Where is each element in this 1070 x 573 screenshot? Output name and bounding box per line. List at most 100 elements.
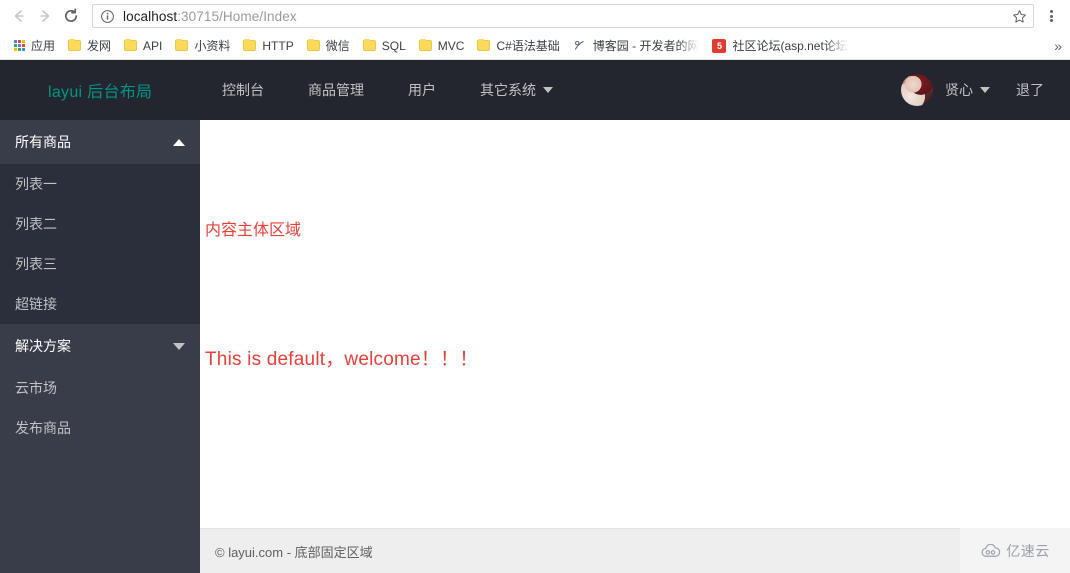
browser-menu-button[interactable] (1040, 3, 1062, 29)
bookmark-label: C#语法基础 (496, 39, 560, 53)
folder-icon (124, 38, 138, 51)
bookmarks-bar: 应用 发网 API 小资料 HTTP 微信 SQL MVC C#语法基础 博客园… (0, 32, 1070, 60)
folder-icon (243, 38, 257, 51)
nav-label: 商品管理 (308, 82, 364, 98)
user-name-label: 贤心 (945, 82, 973, 98)
user-menu[interactable]: 贤心 (945, 80, 990, 100)
nav-label: 控制台 (222, 82, 264, 98)
content-welcome-text: This is default，welcome！！！ (205, 349, 479, 371)
cloud-icon (981, 543, 1001, 557)
bookmark-label: MVC (437, 38, 465, 53)
bookmark-label: 社区论坛(asp.net论坛 (732, 39, 848, 53)
sidebar-item-label: 列表二 (15, 216, 57, 232)
watermark: 亿速云 (960, 528, 1070, 573)
nav-item-product-management[interactable]: 商品管理 (286, 60, 386, 120)
bookmark-forum[interactable]: 5 社区论坛(asp.net论坛 (706, 35, 853, 57)
chevron-up-icon (173, 138, 185, 146)
sidebar-group-label: 所有商品 (15, 134, 71, 150)
footer-text: © layui.com - 底部固定区域 (215, 544, 373, 560)
bookmark-label: 应用 (31, 39, 56, 53)
url-path: :30715/Home/Index (177, 8, 297, 24)
folder-icon (175, 38, 189, 51)
address-bar[interactable]: localhost:30715/Home/Index (92, 4, 1034, 28)
folder-icon (68, 38, 82, 51)
avatar[interactable] (901, 74, 933, 106)
nav-item-console[interactable]: 控制台 (200, 60, 286, 120)
bookmark-label: HTTP (262, 38, 294, 53)
sidebar-item-label: 列表三 (15, 256, 57, 272)
bookmarks-overflow-button[interactable]: » (1054, 35, 1062, 57)
sidebar: 所有商品 列表一 列表二 列表三 超链接 解决方案 云市场 发布商品 (0, 120, 200, 573)
nav-label: 用户 (408, 82, 436, 98)
folder-icon (362, 38, 376, 51)
back-button[interactable] (6, 3, 32, 29)
sidebar-item-label: 超链接 (15, 296, 57, 312)
bookmark-label: API (143, 38, 163, 53)
sidebar-item-hyperlink[interactable]: 超链接 (0, 284, 200, 324)
nav-item-user[interactable]: 用户 (386, 60, 458, 120)
bookmark-folder-6[interactable]: SQL (357, 35, 412, 57)
content-inner: 内容主体区域 This is default，welcome！！！ (200, 120, 1070, 374)
apps-grid-icon (14, 40, 25, 51)
sidebar-item-label: 云市场 (15, 380, 57, 396)
nav-item-other-systems[interactable]: 其它系统 (458, 60, 575, 120)
sidebar-sublist-all-products: 列表一 列表二 列表三 超链接 (0, 164, 200, 324)
sidebar-group-solutions[interactable]: 解决方案 (0, 324, 200, 368)
arrow-right-icon (40, 10, 50, 22)
bookmark-label: 小资料 (194, 39, 231, 53)
app-body: 所有商品 列表一 列表二 列表三 超链接 解决方案 云市场 发布商品 内容主体区… (0, 120, 1070, 573)
chevron-down-icon (543, 87, 553, 93)
app-header: layui 后台布局 控制台 商品管理 用户 其它系统 贤心 退了 (0, 60, 1070, 120)
app-logo[interactable]: layui 后台布局 (0, 78, 200, 102)
bookmark-folder-7[interactable]: MVC (413, 35, 471, 57)
header-user-area: 贤心 退了 (901, 60, 1044, 120)
sidebar-item-cloud-market[interactable]: 云市场 (0, 368, 200, 408)
sidebar-group-label: 解决方案 (15, 338, 71, 354)
bookmark-label: 微信 (325, 39, 350, 53)
sidebar-item-label: 列表一 (15, 176, 57, 192)
folder-icon (477, 38, 491, 51)
sidebar-group-all-products[interactable]: 所有商品 (0, 120, 200, 164)
bookmark-folder-3[interactable]: 小资料 (169, 35, 236, 57)
bookmark-star-button[interactable] (1009, 6, 1029, 26)
app-footer: © layui.com - 底部固定区域 (200, 528, 1070, 573)
folder-icon (418, 38, 432, 51)
bookmark-folder-1[interactable]: 发网 (62, 35, 117, 57)
browser-chrome: localhost:30715/Home/Index 应用 发网 API 小资料… (0, 0, 1070, 60)
bookmark-label: 发网 (87, 39, 112, 53)
layui-admin-page: layui 后台布局 控制台 商品管理 用户 其它系统 贤心 退了 所有商品 列… (0, 60, 1070, 573)
url-host: localhost (123, 8, 178, 24)
cnblogs-favicon (573, 39, 587, 53)
three-dot-menu-icon (1049, 9, 1053, 23)
content-area: 内容主体区域 This is default，welcome！！！ (200, 120, 1070, 573)
bookmark-cnblogs[interactable]: 博客园 - 开发者的网 (567, 35, 706, 57)
sidebar-item-list-1[interactable]: 列表一 (0, 164, 200, 204)
bookmark-folder-8[interactable]: C#语法基础 (471, 35, 565, 57)
url-text: localhost:30715/Home/Index (123, 9, 1009, 24)
bookmark-label: 博客园 - 开发者的网 (592, 39, 700, 53)
bookmark-apps[interactable]: 应用 (8, 35, 61, 57)
chevron-down-icon (980, 87, 990, 93)
bookmark-star-icon (1012, 9, 1026, 23)
browser-toolbar: localhost:30715/Home/Index (0, 0, 1070, 32)
content-heading: 内容主体区域 (205, 222, 302, 239)
sidebar-item-label: 发布商品 (15, 420, 71, 436)
sidebar-item-list-3[interactable]: 列表三 (0, 244, 200, 284)
bookmark-folder-4[interactable]: HTTP (237, 35, 299, 57)
forum-favicon: 5 (712, 38, 727, 53)
chevron-down-icon (173, 342, 185, 350)
sidebar-item-list-2[interactable]: 列表二 (0, 204, 200, 244)
arrow-left-icon (14, 10, 24, 22)
watermark-text: 亿速云 (1006, 542, 1050, 559)
bookmark-label: SQL (381, 38, 406, 53)
folder-icon (306, 38, 320, 51)
reload-button[interactable] (58, 3, 84, 29)
sidebar-item-publish-product[interactable]: 发布商品 (0, 408, 200, 448)
reload-icon (65, 8, 78, 22)
logout-button[interactable]: 退了 (1016, 80, 1044, 100)
main-nav: 控制台 商品管理 用户 其它系统 (200, 60, 575, 120)
bookmark-folder-2[interactable]: API (118, 35, 168, 57)
forward-button[interactable] (32, 3, 58, 29)
page-info-icon[interactable] (100, 9, 115, 24)
bookmark-folder-5[interactable]: 微信 (301, 35, 356, 57)
